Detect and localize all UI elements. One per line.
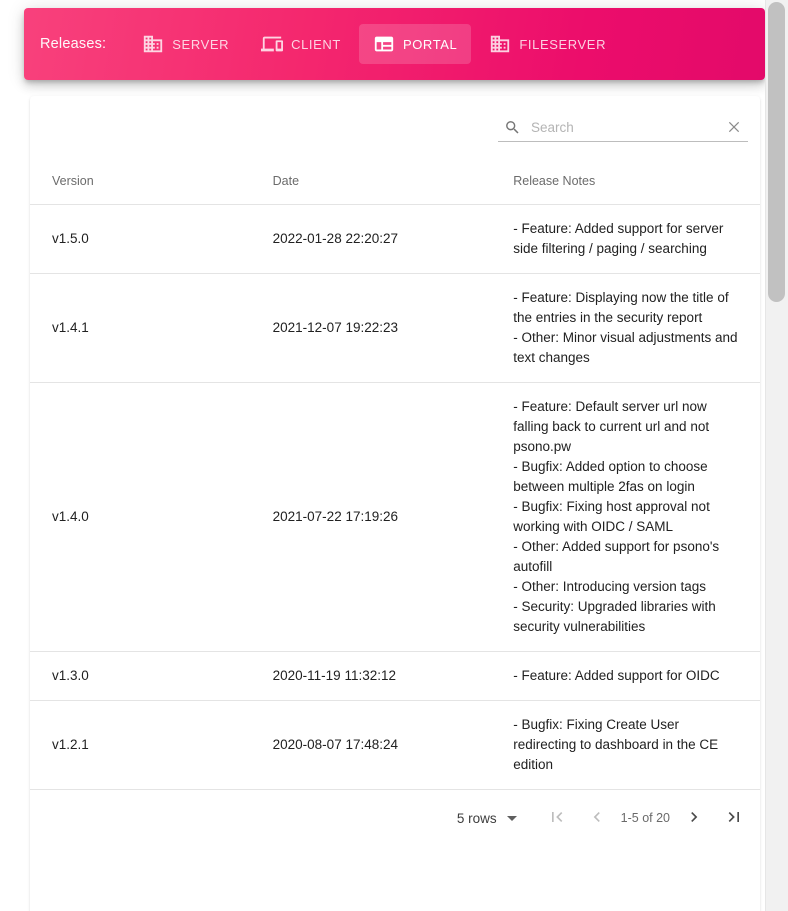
column-header-date[interactable]: Date (272, 160, 514, 205)
cell-date: 2020-08-07 17:48:24 (272, 700, 514, 790)
cell-version: v1.4.0 (30, 382, 273, 652)
scrollbar-thumb[interactable] (768, 2, 785, 302)
table-body: v1.5.0 2022-01-28 22:20:27 - Feature: Ad… (30, 204, 760, 790)
table-row[interactable]: v1.4.0 2021-07-22 17:19:26 - Feature: De… (30, 382, 760, 652)
first-page-button[interactable] (537, 798, 577, 838)
rows-per-page-label: 5 rows (456, 810, 497, 826)
previous-page-button[interactable] (577, 798, 617, 838)
last-page-icon (724, 807, 744, 830)
cell-release-notes: - Feature: Default server url now fallin… (513, 382, 760, 652)
last-page-button[interactable] (714, 798, 754, 838)
releases-table: Version Date Release Notes v1.5.0 2022-0… (30, 160, 760, 790)
pagination-range-label: 1-5 of 20 (620, 811, 670, 825)
first-page-icon (547, 807, 567, 830)
releases-label: Releases: (40, 36, 107, 52)
tab-fileserver-label: FILESERVER (519, 36, 607, 52)
tab-client[interactable]: CLIENT (247, 24, 355, 64)
cell-version: v1.4.1 (30, 273, 273, 383)
web-icon (373, 33, 395, 55)
tab-server-label: SERVER (172, 36, 230, 52)
chevron-down-icon (506, 815, 517, 821)
cell-release-notes: - Bugfix: Fixing Create User redirecting… (513, 700, 760, 790)
domain-icon (489, 33, 511, 55)
cell-date: 2021-07-22 17:19:26 (272, 382, 514, 652)
table-row[interactable]: v1.5.0 2022-01-28 22:20:27 - Feature: Ad… (30, 204, 760, 274)
page-root: Releases: SERVER CLIENT PORTAL FILESERVE… (0, 0, 788, 911)
search-icon (504, 119, 521, 136)
search-box[interactable] (498, 115, 748, 142)
table-row[interactable]: v1.3.0 2020-11-19 11:32:12 - Feature: Ad… (30, 651, 760, 701)
cell-date: 2022-01-28 22:20:27 (272, 204, 514, 274)
cell-date: 2020-11-19 11:32:12 (272, 651, 514, 701)
vertical-scrollbar[interactable] (765, 0, 788, 911)
left-gutter (0, 0, 24, 911)
domain-icon (142, 33, 164, 55)
close-icon[interactable] (726, 119, 742, 135)
next-page-button[interactable] (674, 798, 714, 838)
column-header-version[interactable]: Version (30, 160, 273, 205)
table-head: Version Date Release Notes (30, 160, 760, 205)
release-target-tabs: SERVER CLIENT PORTAL FILESERVER (128, 20, 624, 68)
chevron-left-icon (587, 807, 607, 830)
app-bar: Releases: SERVER CLIENT PORTAL FILESERVE… (24, 8, 765, 80)
cell-release-notes: - Feature: Added support for server side… (513, 204, 760, 274)
tab-client-label: CLIENT (291, 36, 341, 52)
column-header-release-notes[interactable]: Release Notes (513, 160, 760, 205)
devices-icon (261, 33, 284, 55)
cell-release-notes: - Feature: Displaying now the title of t… (513, 273, 760, 383)
rows-per-page-select[interactable]: 5 rows (457, 811, 517, 826)
cell-version: v1.5.0 (30, 204, 273, 274)
tab-portal-label: PORTAL (402, 36, 458, 52)
tab-portal[interactable]: PORTAL (358, 24, 472, 64)
cell-version: v1.3.0 (30, 651, 273, 701)
tab-fileserver[interactable]: FILESERVER (475, 24, 620, 64)
table-pagination: 5 rows 1-5 of 20 (30, 790, 760, 846)
chevron-right-icon (684, 807, 704, 830)
table-header-row: Version Date Release Notes (30, 160, 760, 205)
table-row[interactable]: v1.2.1 2020-08-07 17:48:24 - Bugfix: Fix… (30, 700, 760, 790)
cell-date: 2021-12-07 19:22:23 (272, 273, 514, 383)
search-row (30, 96, 760, 160)
releases-card: Version Date Release Notes v1.5.0 2022-0… (30, 96, 760, 911)
cell-release-notes: - Feature: Added support for OIDC (513, 651, 760, 701)
tab-server[interactable]: SERVER (128, 24, 243, 64)
cell-version: v1.2.1 (30, 700, 273, 790)
table-row[interactable]: v1.4.1 2021-12-07 19:22:23 - Feature: Di… (30, 273, 760, 383)
search-input[interactable] (531, 119, 718, 135)
